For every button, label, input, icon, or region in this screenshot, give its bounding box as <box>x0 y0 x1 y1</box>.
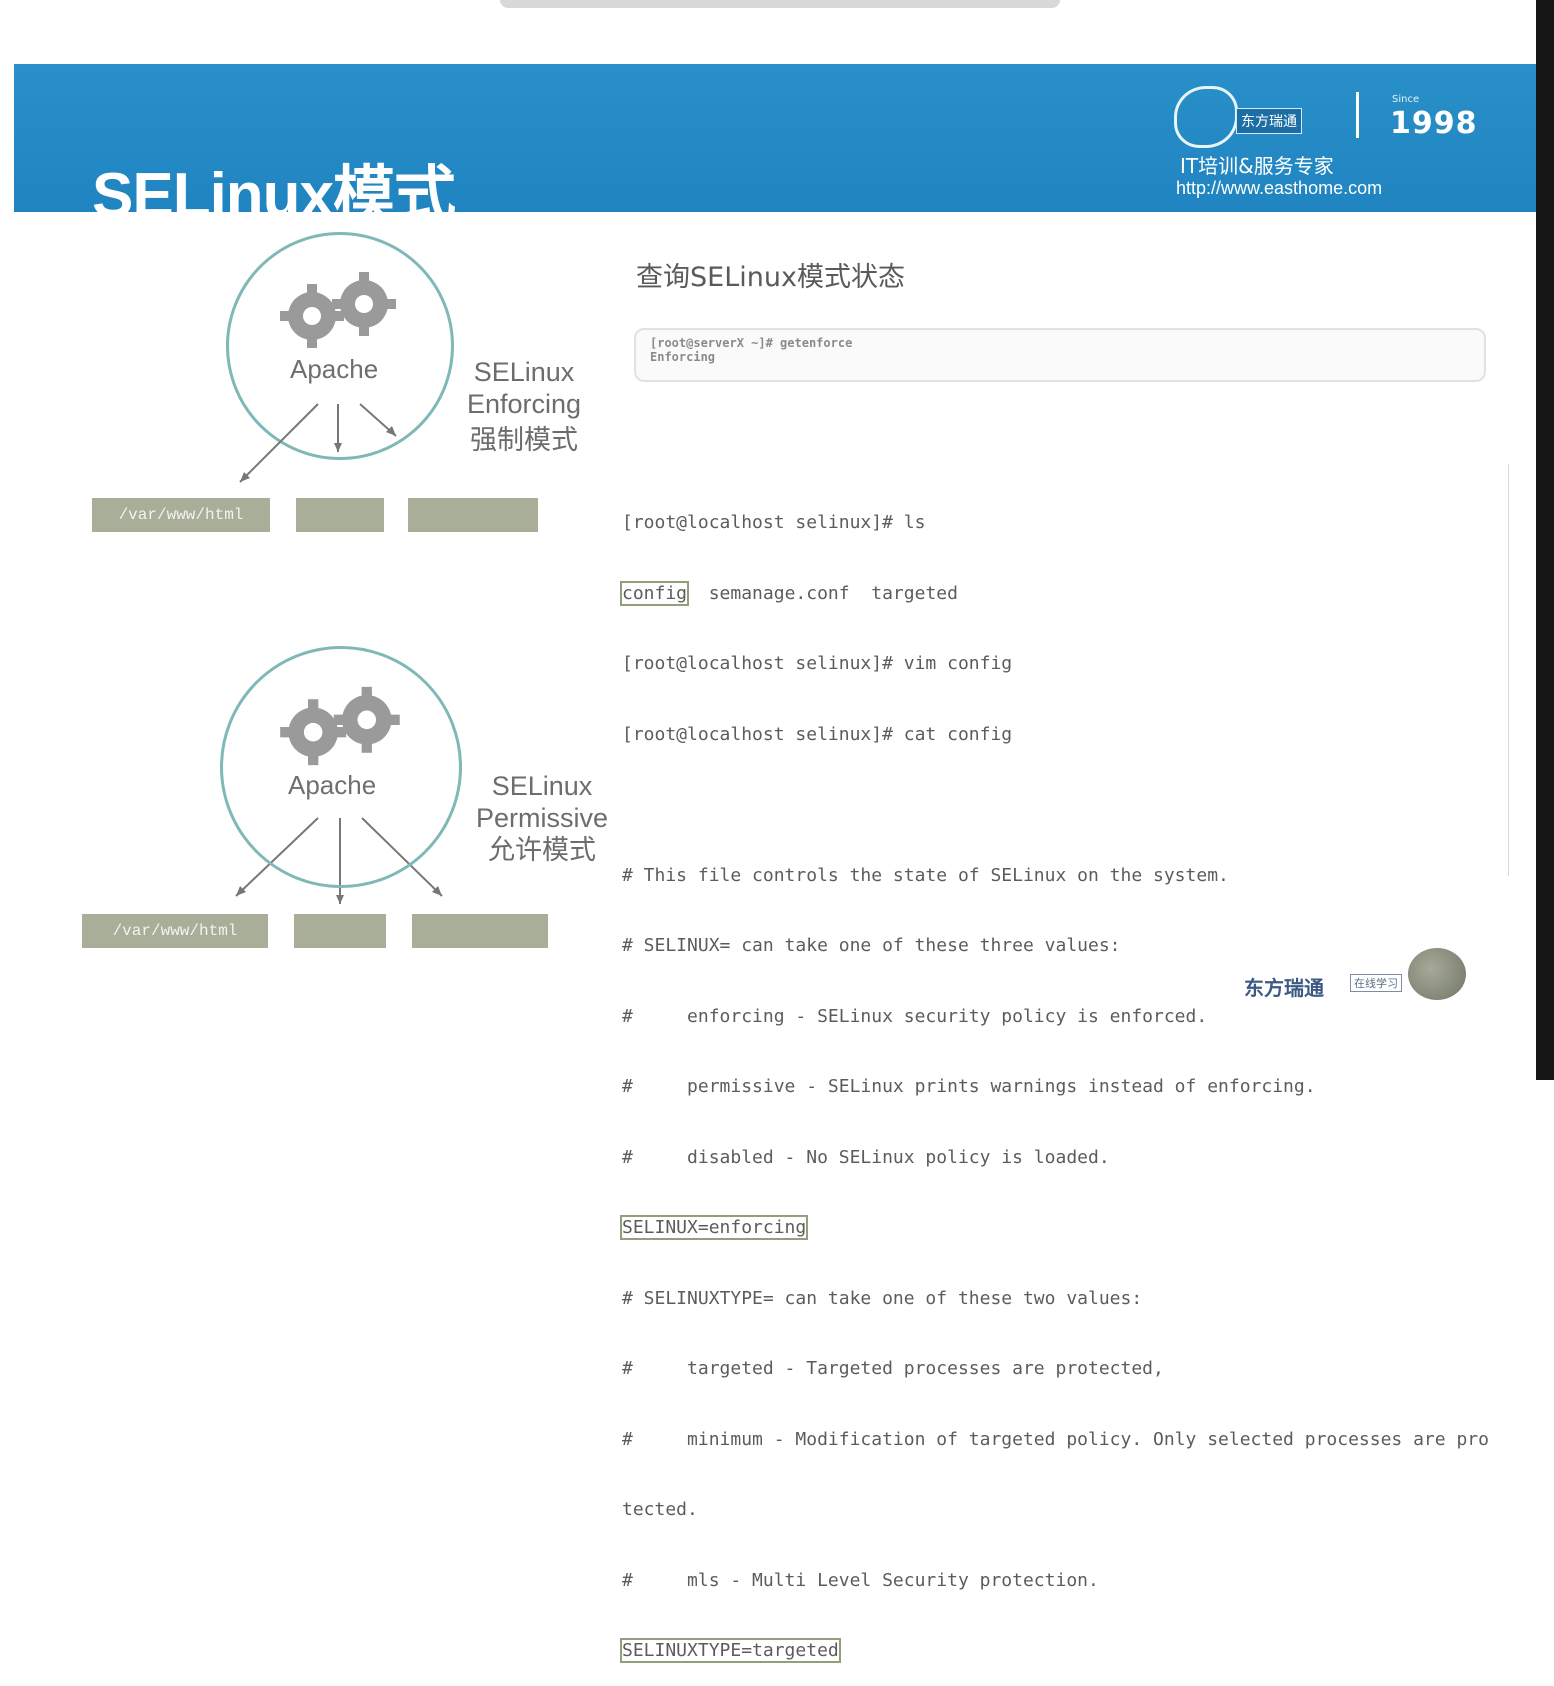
target-box-3-top <box>408 498 538 532</box>
terminal-line: # SELINUXTYPE= can take one of these two… <box>622 1287 1143 1309</box>
apache-label-bottom: Apache <box>288 770 377 800</box>
target-box-3-bottom <box>412 914 548 948</box>
mode-type: Permissive <box>475 803 609 833</box>
terminal-line: # SELINUX= can take one of these three v… <box>622 935 1121 956</box>
target-box-2-top <box>296 498 384 532</box>
target-box-html-bottom: /var/www/html <box>82 914 268 948</box>
target-box-html-top: /var/www/html <box>92 498 270 532</box>
query-title: 查询SELinux模式状态 <box>636 262 905 293</box>
terminal-line: [root@localhost selinux]# ls <box>622 512 926 533</box>
permissive-gears-icon <box>280 686 400 766</box>
terminal-line-selinux: SELINUX=enforcing <box>619 1215 1508 1240</box>
terminal-line: # permissive - SELinux prints warnings i… <box>622 1076 1316 1097</box>
footer-sub: 在线学习 <box>1350 974 1402 992</box>
terminal-line: [root@localhost selinux]# vim config <box>622 653 1013 674</box>
selinuxtype-setting-highlight: SELINUXTYPE=targeted <box>620 1638 841 1663</box>
config-terminal: [root@localhost selinux]# ls config sema… <box>619 464 1509 1663</box>
mode-cn: 允许模式 <box>488 835 596 865</box>
getenforce-output: Enforcing <box>650 350 716 364</box>
terminal-line: # mls - Multi Level Security protection. <box>622 1569 1099 1591</box>
terminal-line: tected. <box>622 1499 698 1520</box>
terminal-line-ls-output: config semanage.conf targeted <box>619 580 1508 606</box>
terminal-line: # enforcing - SELinux security policy is… <box>622 1005 1208 1027</box>
ls-rest: semanage.conf targeted <box>687 582 958 604</box>
target-box-2-bottom <box>294 914 386 948</box>
permissive-mode-label: SELinux Permissive 允许模式 <box>468 770 616 866</box>
getenforce-terminal: [root@serverX ~]# getenforce Enforcing <box>634 328 1486 382</box>
mode-name: SELinux <box>491 771 593 801</box>
selinux-setting-highlight: SELINUX=enforcing <box>619 1215 809 1240</box>
terminal-line: [root@localhost selinux]# cat config <box>622 723 1013 745</box>
footer-sphere-icon <box>1408 948 1466 1000</box>
footer-brand: 东方瑞通 <box>1244 976 1324 1000</box>
terminal-line: # minimum - Modification of targeted pol… <box>622 1428 1489 1450</box>
terminal-line-selinuxtype: SELINUXTYPE=targeted <box>620 1638 1508 1663</box>
config-file-highlight: config <box>619 580 690 606</box>
terminal-line: # This file controls the state of SELinu… <box>622 864 1229 886</box>
terminal-line: # disabled - No SELinux policy is loaded… <box>622 1146 1110 1168</box>
terminal-line: # targeted - Targeted processes are prot… <box>622 1358 1164 1379</box>
getenforce-command: [root@serverX ~]# getenforce <box>650 336 853 350</box>
